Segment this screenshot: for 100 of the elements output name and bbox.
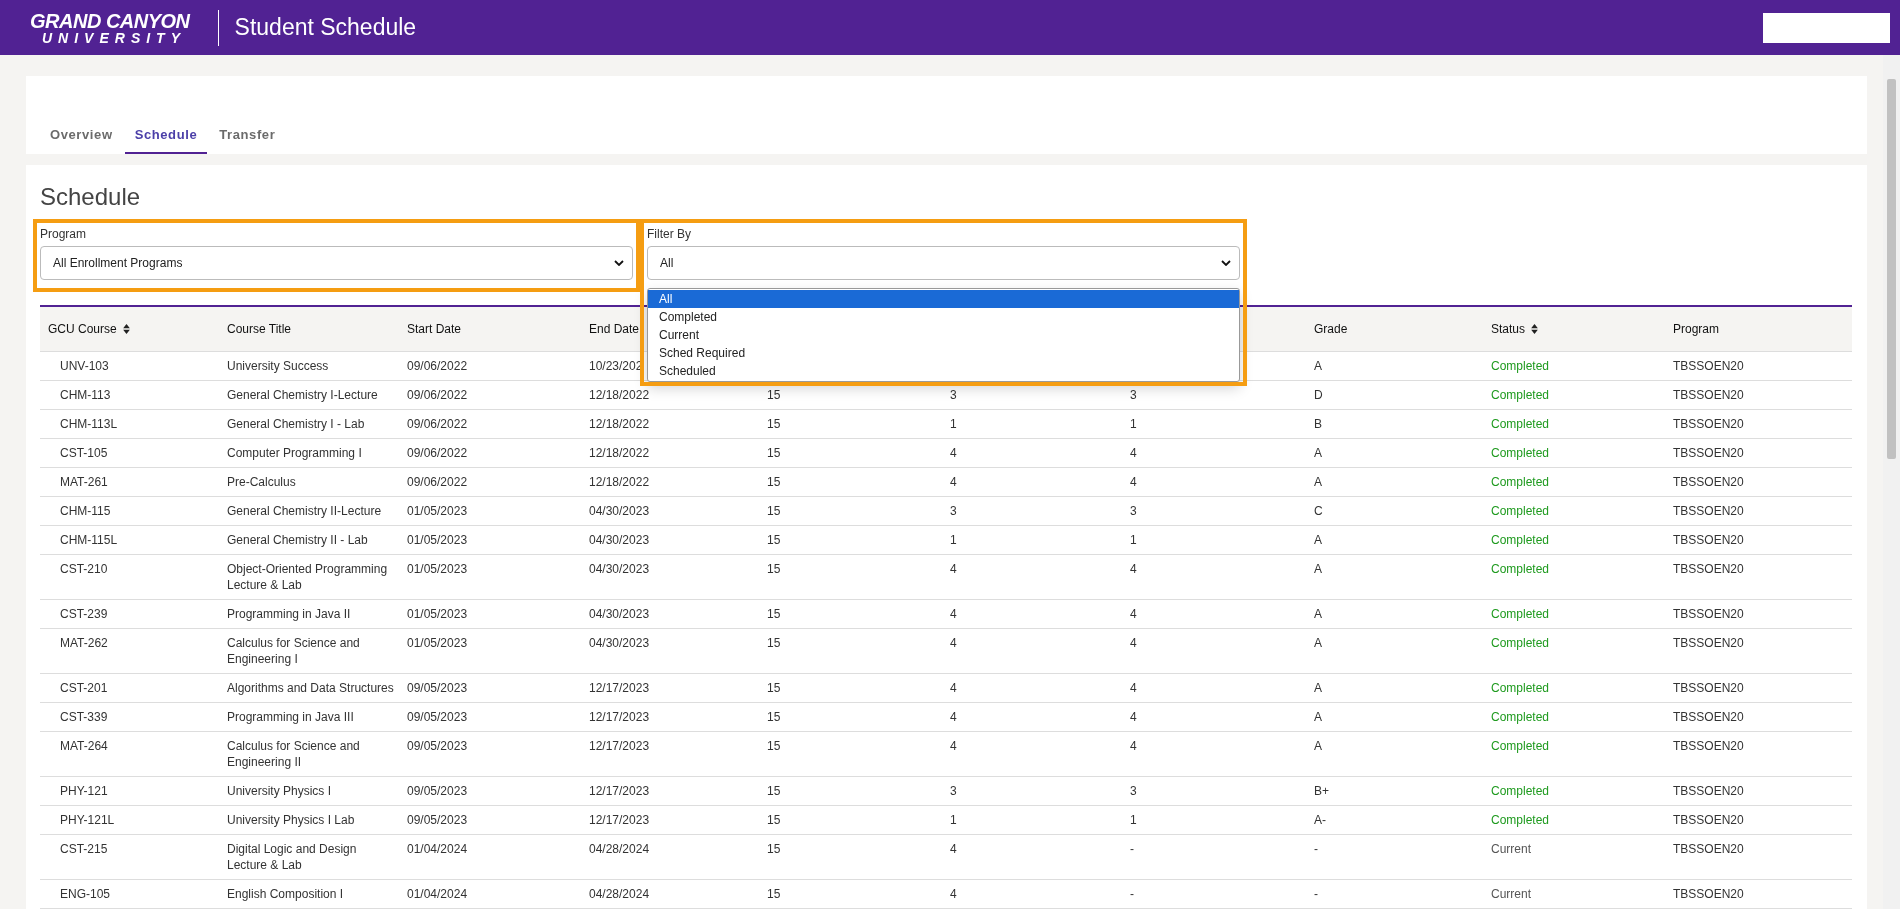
table-cell: 4	[1130, 607, 1137, 621]
filter-label: Filter By	[647, 227, 692, 241]
table-cell: ENG-105	[60, 887, 111, 901]
table-cell: 01/05/2023	[407, 504, 468, 518]
table-cell: B+	[1314, 784, 1329, 798]
table-cell: 01/04/2024	[407, 842, 468, 856]
table-cell: TBSSOEN20	[1673, 842, 1744, 856]
sort-icon[interactable]	[122, 324, 130, 334]
table-cell: 1	[950, 533, 957, 547]
table-cell: A-	[1314, 813, 1326, 827]
table-cell: 4	[950, 562, 957, 576]
table-cell: 15	[767, 681, 781, 695]
table-cell: 4	[950, 475, 957, 489]
table-cell: 04/30/2023	[589, 607, 650, 621]
status-text: Completed	[1491, 607, 1550, 621]
table-cell: 1	[1130, 813, 1137, 827]
status-text: Completed	[1491, 446, 1550, 460]
table-cell: General Chemistry II - Lab	[227, 533, 368, 547]
table-cell: TBSSOEN20	[1673, 562, 1744, 576]
table-cell: 3	[1130, 388, 1137, 402]
table-cell: University Physics I	[227, 784, 332, 798]
table-cell: Digital Logic and Design Lecture & Lab	[227, 842, 357, 872]
sort-icon[interactable]	[1531, 324, 1539, 334]
table-cell: A	[1314, 636, 1322, 650]
scrollbar-thumb[interactable]	[1887, 79, 1896, 459]
table-cell: TBSSOEN20	[1673, 887, 1744, 901]
table-cell: CST-105	[60, 446, 108, 460]
table-cell: B	[1314, 417, 1322, 431]
table-cell: TBSSOEN20	[1673, 533, 1744, 547]
table-cell: TBSSOEN20	[1673, 607, 1744, 621]
table-cell: 10/23/202	[589, 359, 643, 373]
status-text: Completed	[1491, 813, 1550, 827]
column-header[interactable]: GCU Course	[40, 306, 219, 352]
dropdown-option[interactable]: Scheduled	[648, 362, 1239, 380]
table-cell: 09/06/2022	[407, 359, 468, 373]
table-cell: 09/06/2022	[407, 475, 468, 489]
status-text: Completed	[1491, 710, 1550, 724]
table-cell: TBSSOEN20	[1673, 475, 1744, 489]
table-cell: 12/17/2023	[589, 813, 650, 827]
table-cell: 4	[950, 681, 957, 695]
table-cell: A	[1314, 681, 1322, 695]
table-cell: University Physics I Lab	[227, 813, 355, 827]
table-cell: 12/18/2022	[589, 388, 650, 402]
table-cell: PHY-121L	[60, 813, 115, 827]
table-cell: TBSSOEN20	[1673, 446, 1744, 460]
table-cell: MAT-264	[60, 739, 108, 753]
page-title: Schedule	[40, 183, 142, 211]
university-logo: GRAND CANYON UNIVERSITY	[30, 10, 190, 45]
table-cell: C	[1314, 504, 1323, 518]
column-header[interactable]: Status	[1483, 306, 1665, 352]
table-cell: 4	[1130, 710, 1137, 724]
table-cell: UNV-103	[60, 359, 109, 373]
tab[interactable]: Transfer	[209, 119, 286, 154]
dropdown-option[interactable]: All	[648, 290, 1239, 308]
table-cell: 12/18/2022	[589, 417, 650, 431]
dropdown-select[interactable]: All Enrollment Programs	[40, 246, 633, 280]
status-text: Completed	[1491, 636, 1550, 650]
table-cell: 4	[1130, 739, 1137, 753]
table-cell: 01/05/2023	[407, 562, 468, 576]
table-cell: 12/17/2023	[589, 739, 650, 753]
table-cell: English Composition I	[227, 887, 344, 901]
table-cell: Computer Programming I	[227, 446, 362, 460]
table-cell: CST-210	[60, 562, 108, 576]
table-cell: 1	[950, 813, 957, 827]
table-cell: 4	[950, 607, 957, 621]
status-text: Completed	[1491, 739, 1550, 753]
dropdown-select[interactable]: All	[647, 246, 1240, 280]
table-cell: 09/05/2023	[407, 784, 468, 798]
tab[interactable]: Schedule	[124, 119, 208, 154]
table-cell: 12/17/2023	[589, 681, 650, 695]
table-cell: 1	[1130, 533, 1137, 547]
table-cell: 4	[1130, 446, 1137, 460]
table-cell: 04/30/2023	[589, 562, 650, 576]
table-cell: -	[1314, 842, 1318, 856]
table-cell: 4	[950, 739, 957, 753]
status-text: Completed	[1491, 475, 1550, 489]
table-cell: 09/05/2023	[407, 710, 468, 724]
status-text: Completed	[1491, 359, 1550, 373]
table-cell: 1	[1130, 417, 1137, 431]
status-text: Completed	[1491, 533, 1550, 547]
table-cell: A	[1314, 739, 1322, 753]
scrollbar[interactable]	[1883, 55, 1900, 909]
table-cell: 15	[767, 388, 781, 402]
table-cell: 4	[950, 446, 957, 460]
table-cell: 4	[950, 887, 957, 901]
table-cell: 1	[950, 417, 957, 431]
table-cell: 3	[950, 504, 957, 518]
chevron-down-icon	[614, 260, 624, 266]
table-cell: -	[1130, 887, 1134, 901]
table-cell: A	[1314, 607, 1322, 621]
table-cell: 4	[1130, 681, 1137, 695]
table-cell: A	[1314, 359, 1322, 373]
table-cell: Algorithms and Data Structures	[227, 681, 394, 695]
table-cell: TBSSOEN20	[1673, 710, 1744, 724]
table-cell: TBSSOEN20	[1673, 784, 1744, 798]
table-cell: CHM-113	[60, 388, 111, 402]
table-cell: 4	[950, 842, 957, 856]
header-blank-field[interactable]	[1763, 12, 1890, 43]
table-cell: 09/05/2023	[407, 739, 468, 753]
tab[interactable]: Overview	[40, 119, 123, 154]
